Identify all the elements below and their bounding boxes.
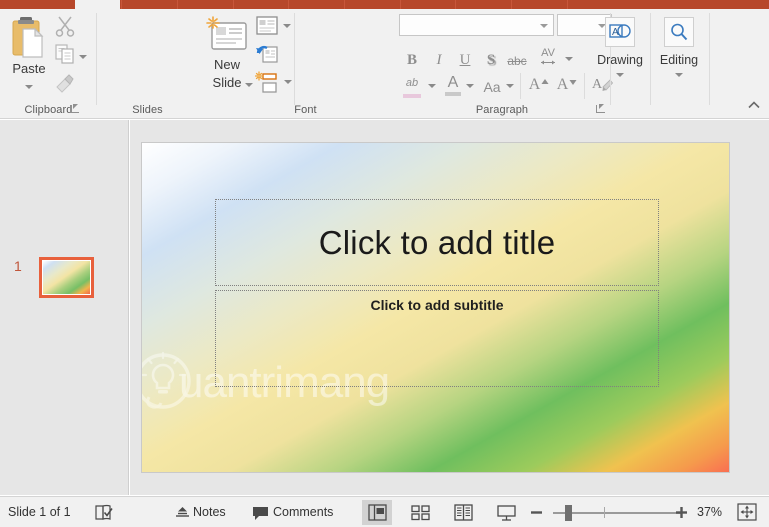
- spell-check-button[interactable]: [93, 502, 117, 523]
- notes-button[interactable]: Notes: [172, 502, 234, 523]
- drawing-chevron-down-icon[interactable]: [616, 73, 624, 77]
- paintbrush-icon: [56, 74, 74, 93]
- editing-label: Editing: [659, 53, 699, 67]
- current-slide[interactable]: uantrimang Click to add title Click to a…: [141, 142, 730, 473]
- view-normal-button[interactable]: [362, 500, 392, 525]
- subtitle-placeholder[interactable]: Click to add subtitle: [215, 290, 659, 387]
- minus-icon: [531, 511, 542, 514]
- editing-group-button[interactable]: Editing: [653, 15, 705, 107]
- scissors-icon: [55, 16, 75, 37]
- slide-thumbnail-pane[interactable]: 1: [0, 120, 129, 495]
- copy-chevron-down-icon[interactable]: [78, 52, 88, 62]
- editing-chevron-down-icon[interactable]: [675, 73, 683, 77]
- slide-editing-area: uantrimang Click to add title Click to a…: [130, 120, 769, 495]
- notes-label: Notes: [193, 505, 226, 519]
- fit-to-window-button[interactable]: [736, 502, 760, 524]
- paste-chevron-down-icon[interactable]: [25, 85, 33, 89]
- spell-check-icon: [95, 504, 113, 520]
- ribbon: Paste Clipboard New Slide Slides B I U S…: [0, 9, 769, 119]
- reading-view-icon: [453, 504, 473, 521]
- drawing-label: Drawing: [597, 53, 643, 67]
- slide-number-label: 1: [14, 258, 22, 274]
- normal-view-icon: [367, 504, 387, 521]
- group-label-font: Font: [294, 104, 317, 116]
- drawing-icon: A: [605, 17, 635, 47]
- active-ribbon-tab[interactable]: [75, 0, 120, 9]
- notes-icon: [176, 507, 189, 517]
- slide-sorter-icon: [410, 505, 430, 521]
- ribbon-group-clipboard: Paste Clipboard: [0, 9, 97, 119]
- ribbon-group-slides: New Slide Slides: [97, 9, 295, 119]
- comment-bubble-icon: [253, 507, 268, 520]
- ribbon-group-font: B I U S abc AV ab A Aa A A A Font: [198, 9, 613, 119]
- zoom-slider-track[interactable]: [553, 512, 681, 514]
- copy-button[interactable]: [54, 43, 80, 69]
- collapse-ribbon-button[interactable]: [747, 98, 761, 112]
- group-label-paragraph: Paragraph: [475, 104, 529, 116]
- copy-icon: [55, 44, 74, 64]
- view-slide-sorter-button[interactable]: [405, 500, 435, 525]
- slide-thumbnail-preview: [43, 261, 90, 294]
- group-label-clipboard: Clipboard: [24, 104, 73, 116]
- title-placeholder[interactable]: Click to add title: [215, 199, 659, 286]
- clipboard-dialog-launcher[interactable]: [69, 103, 80, 114]
- paste-button[interactable]: Paste: [4, 13, 54, 107]
- comments-button[interactable]: Comments: [250, 502, 340, 523]
- fit-to-window-icon: [737, 503, 757, 521]
- paste-icon: [12, 17, 44, 58]
- plus-icon: [676, 507, 687, 518]
- cut-button[interactable]: [54, 15, 80, 41]
- format-painter-button[interactable]: [54, 71, 80, 97]
- slide-counter: Slide 1 of 1: [8, 505, 71, 519]
- view-reading-button[interactable]: [448, 500, 478, 525]
- status-bar: Slide 1 of 1 Notes Comments 37%: [0, 496, 769, 527]
- paste-label: Paste: [12, 61, 46, 76]
- subtitle-placeholder-text: Click to add subtitle: [370, 297, 504, 313]
- drawing-group-button[interactable]: A Drawing: [594, 15, 646, 107]
- view-slide-show-button[interactable]: [491, 500, 521, 525]
- slide-thumbnail-1[interactable]: [39, 257, 94, 298]
- group-label-slides: Slides: [132, 104, 163, 116]
- zoom-in-button[interactable]: [673, 504, 690, 521]
- zoom-slider-midpoint: [604, 507, 605, 518]
- svg-text:A: A: [612, 27, 619, 38]
- zoom-out-button[interactable]: [528, 504, 545, 521]
- editing-icon: [664, 17, 694, 47]
- ribbon-group-paragraph: 1 2 3: [413, 9, 591, 119]
- title-placeholder-text: Click to add title: [318, 223, 556, 261]
- zoom-level-label[interactable]: 37%: [697, 505, 722, 519]
- zoom-slider-thumb[interactable]: [565, 505, 572, 521]
- ribbon-tab-strip: [0, 0, 769, 9]
- slide-show-icon: [496, 505, 516, 521]
- powerpoint-window: Paste Clipboard New Slide Slides B I U S…: [0, 0, 769, 527]
- comments-label: Comments: [273, 505, 334, 519]
- chevron-up-icon: [748, 101, 760, 109]
